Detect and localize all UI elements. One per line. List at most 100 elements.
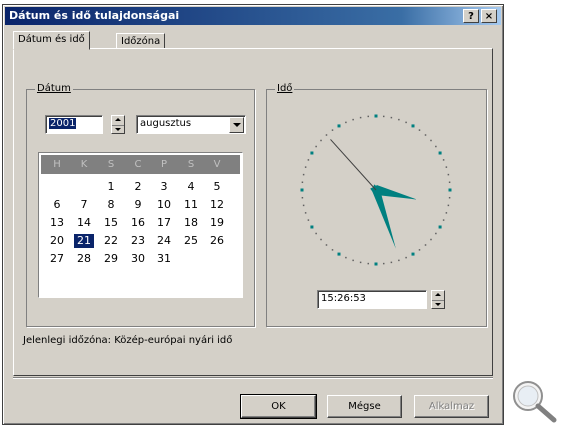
calendar-day[interactable]: 19: [207, 216, 227, 230]
clock-minute-mark: [320, 238, 322, 241]
clock-hour-mark: [411, 124, 415, 128]
clock-hour-mark: [374, 262, 378, 266]
clock-second-hand: [330, 139, 377, 191]
calendar-day[interactable]: 23: [128, 234, 148, 248]
calendar-day[interactable]: 27: [47, 252, 67, 266]
calendar-day[interactable]: 4: [181, 180, 201, 194]
clock-minute-mark: [320, 139, 322, 142]
calendar-day[interactable]: 3: [154, 180, 174, 194]
calendar-day[interactable]: 30: [128, 252, 148, 266]
year-field[interactable]: 2001: [45, 115, 103, 134]
calendar-day[interactable]: 18: [181, 216, 201, 230]
clock-hour-mark: [310, 225, 314, 229]
time-group-label: Idő: [275, 83, 295, 94]
calendar-day[interactable]: 11: [181, 198, 201, 212]
weekday-header: H: [53, 159, 61, 170]
help-button[interactable]: ?: [463, 9, 479, 23]
calendar-day[interactable]: 5: [207, 180, 227, 194]
ok-button[interactable]: OK: [240, 394, 317, 419]
clock-minute-mark: [447, 173, 450, 176]
time-value: 15:26:53: [321, 293, 366, 304]
clock-minute-mark: [418, 249, 421, 251]
calendar-day[interactable]: 17: [154, 216, 174, 230]
clock-minute-mark: [442, 159, 445, 161]
clock-minute-mark: [359, 116, 362, 119]
calendar-day[interactable]: 31: [154, 252, 174, 266]
tab-timezone-label: Időzóna: [121, 36, 161, 47]
magnifier-icon[interactable]: [510, 378, 560, 424]
clock-minute-mark: [325, 244, 328, 246]
clock-hour-mark: [310, 151, 314, 155]
spin-up-icon[interactable]: [435, 293, 441, 296]
clock-hour-mark: [374, 114, 378, 118]
clock-minute-mark: [345, 256, 347, 259]
spin-down-icon[interactable]: [115, 128, 121, 131]
calendar-day[interactable]: 8: [101, 198, 121, 212]
clock-minute-mark: [352, 259, 354, 262]
calendar-header: H K S C P S V: [41, 155, 240, 174]
clock-minute-mark: [424, 134, 427, 136]
weekday-header: C: [134, 159, 142, 170]
clock-minute-mark: [445, 166, 448, 168]
chevron-down-icon[interactable]: [229, 117, 244, 133]
clock-minute-mark: [405, 121, 407, 124]
apply-button[interactable]: Alkalmaz: [414, 395, 489, 418]
window-title: Dátum és idő tulajdonságai: [9, 9, 180, 22]
clock-minute-mark: [307, 159, 310, 161]
calendar-day[interactable]: 13: [47, 216, 67, 230]
calendar-day[interactable]: 26: [207, 234, 227, 248]
calendar-day[interactable]: 28: [74, 252, 94, 266]
close-button[interactable]: ×: [481, 9, 497, 23]
clock-hour-mark: [438, 225, 442, 229]
calendar-day[interactable]: 12: [207, 198, 227, 212]
weekday-header: S: [107, 159, 115, 170]
clock-minute-mark: [304, 212, 307, 214]
year-spinner[interactable]: [111, 115, 125, 134]
clock-minute-mark: [315, 145, 317, 148]
clock-minute-mark: [390, 261, 393, 264]
calendar-day[interactable]: 14: [74, 216, 94, 230]
calendar-day[interactable]: 25: [181, 234, 201, 248]
calendar-day[interactable]: 29: [101, 252, 121, 266]
clock-minute-mark: [315, 232, 317, 235]
calendar-day[interactable]: 15: [101, 216, 121, 230]
cancel-button[interactable]: Mégse: [327, 395, 402, 418]
month-select[interactable]: augusztus: [136, 115, 246, 134]
calendar-day[interactable]: 16: [128, 216, 148, 230]
clock-hour-mark: [411, 252, 415, 256]
clock-minute-mark: [331, 129, 334, 131]
calendar[interactable]: H K S C P S V 1 2 3 4 5 6 7 8 9 10 11 12 13 14 15 16 17 1…: [38, 152, 243, 298]
clock-minute-mark: [398, 259, 400, 262]
calendar-day[interactable]: 20: [47, 234, 67, 248]
clock-minute-mark: [418, 129, 421, 131]
tab-date-time[interactable]: Dátum és idő: [13, 31, 90, 50]
clock-minute-mark: [448, 196, 451, 199]
calendar-day[interactable]: 1: [101, 180, 121, 194]
calendar-day[interactable]: 22: [101, 234, 121, 248]
separator: [13, 377, 493, 379]
calendar-day[interactable]: 21: [74, 234, 94, 248]
calendar-day[interactable]: 10: [154, 198, 174, 212]
time-spinner[interactable]: [431, 290, 445, 309]
spin-up-icon[interactable]: [115, 118, 121, 121]
calendar-day[interactable]: 24: [154, 234, 174, 248]
calendar-day[interactable]: 7: [74, 198, 94, 212]
time-field[interactable]: 15:26:53: [317, 290, 427, 309]
clock-minute-mark: [359, 261, 362, 264]
clock-minute-mark: [331, 249, 334, 251]
spin-down-icon[interactable]: [435, 303, 441, 306]
clock-hour-mark: [300, 188, 304, 192]
clock-minute-mark: [301, 181, 304, 184]
clock-minute-mark: [307, 219, 310, 221]
tab-date-time-label: Dátum és idő: [18, 34, 85, 45]
clock-minute-mark: [304, 166, 307, 168]
analog-clock: [300, 114, 452, 266]
calendar-day[interactable]: 2: [128, 180, 148, 194]
calendar-day[interactable]: 6: [47, 198, 67, 212]
title-bar[interactable]: Dátum és idő tulajdonságai ? ×: [5, 7, 501, 25]
tab-timezone[interactable]: Időzóna: [116, 33, 166, 49]
clock-minute-mark: [435, 232, 437, 235]
calendar-day[interactable]: 9: [128, 198, 148, 212]
month-value: augusztus: [140, 118, 192, 129]
clock-minute-mark: [325, 134, 328, 136]
